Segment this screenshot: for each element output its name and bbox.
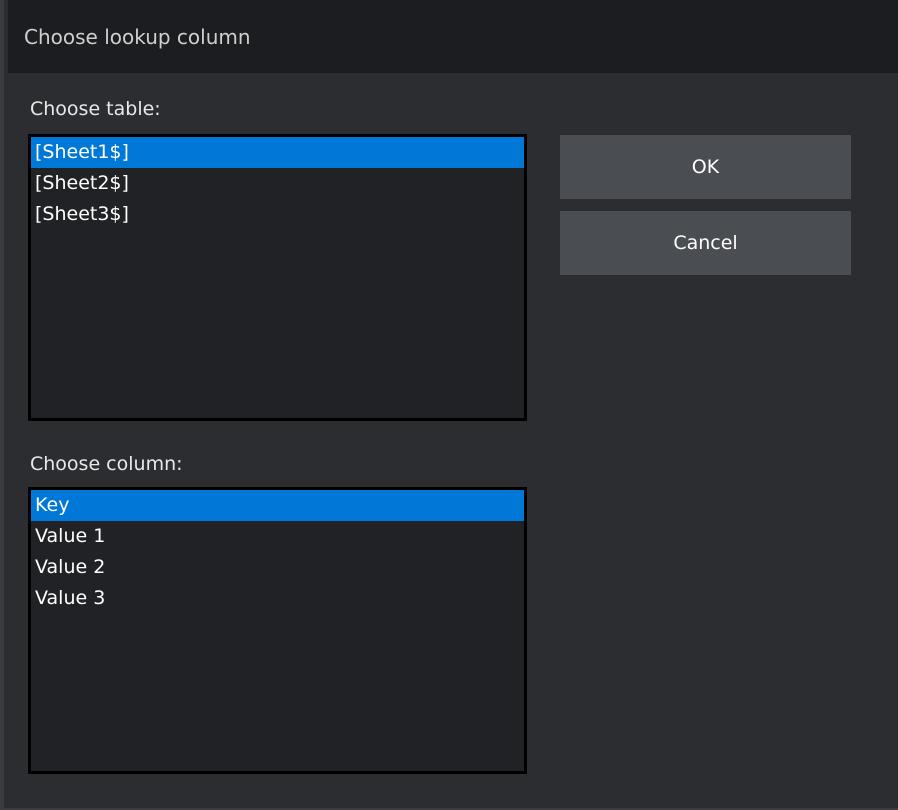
cancel-button[interactable]: Cancel [560, 211, 851, 275]
table-list-item[interactable]: [Sheet1$] [31, 137, 524, 168]
column-listbox[interactable]: Key Value 1 Value 2 Value 3 [28, 487, 527, 774]
dialog-title: Choose lookup column [24, 25, 251, 49]
column-list-item[interactable]: Value 1 [31, 521, 524, 552]
table-list-item[interactable]: [Sheet3$] [31, 199, 524, 230]
choose-column-label: Choose column: [30, 453, 183, 475]
dialog-window: Choose lookup column Choose table: [Shee… [0, 0, 898, 810]
column-list-item[interactable]: Value 3 [31, 583, 524, 614]
column-list-item[interactable]: Key [31, 490, 524, 521]
table-list-item[interactable]: [Sheet2$] [31, 168, 524, 199]
ok-button[interactable]: OK [560, 135, 851, 199]
choose-table-label: Choose table: [30, 98, 161, 120]
title-bar[interactable]: Choose lookup column [8, 0, 898, 73]
column-list-item[interactable]: Value 2 [31, 552, 524, 583]
table-listbox[interactable]: [Sheet1$] [Sheet2$] [Sheet3$] [28, 134, 527, 421]
